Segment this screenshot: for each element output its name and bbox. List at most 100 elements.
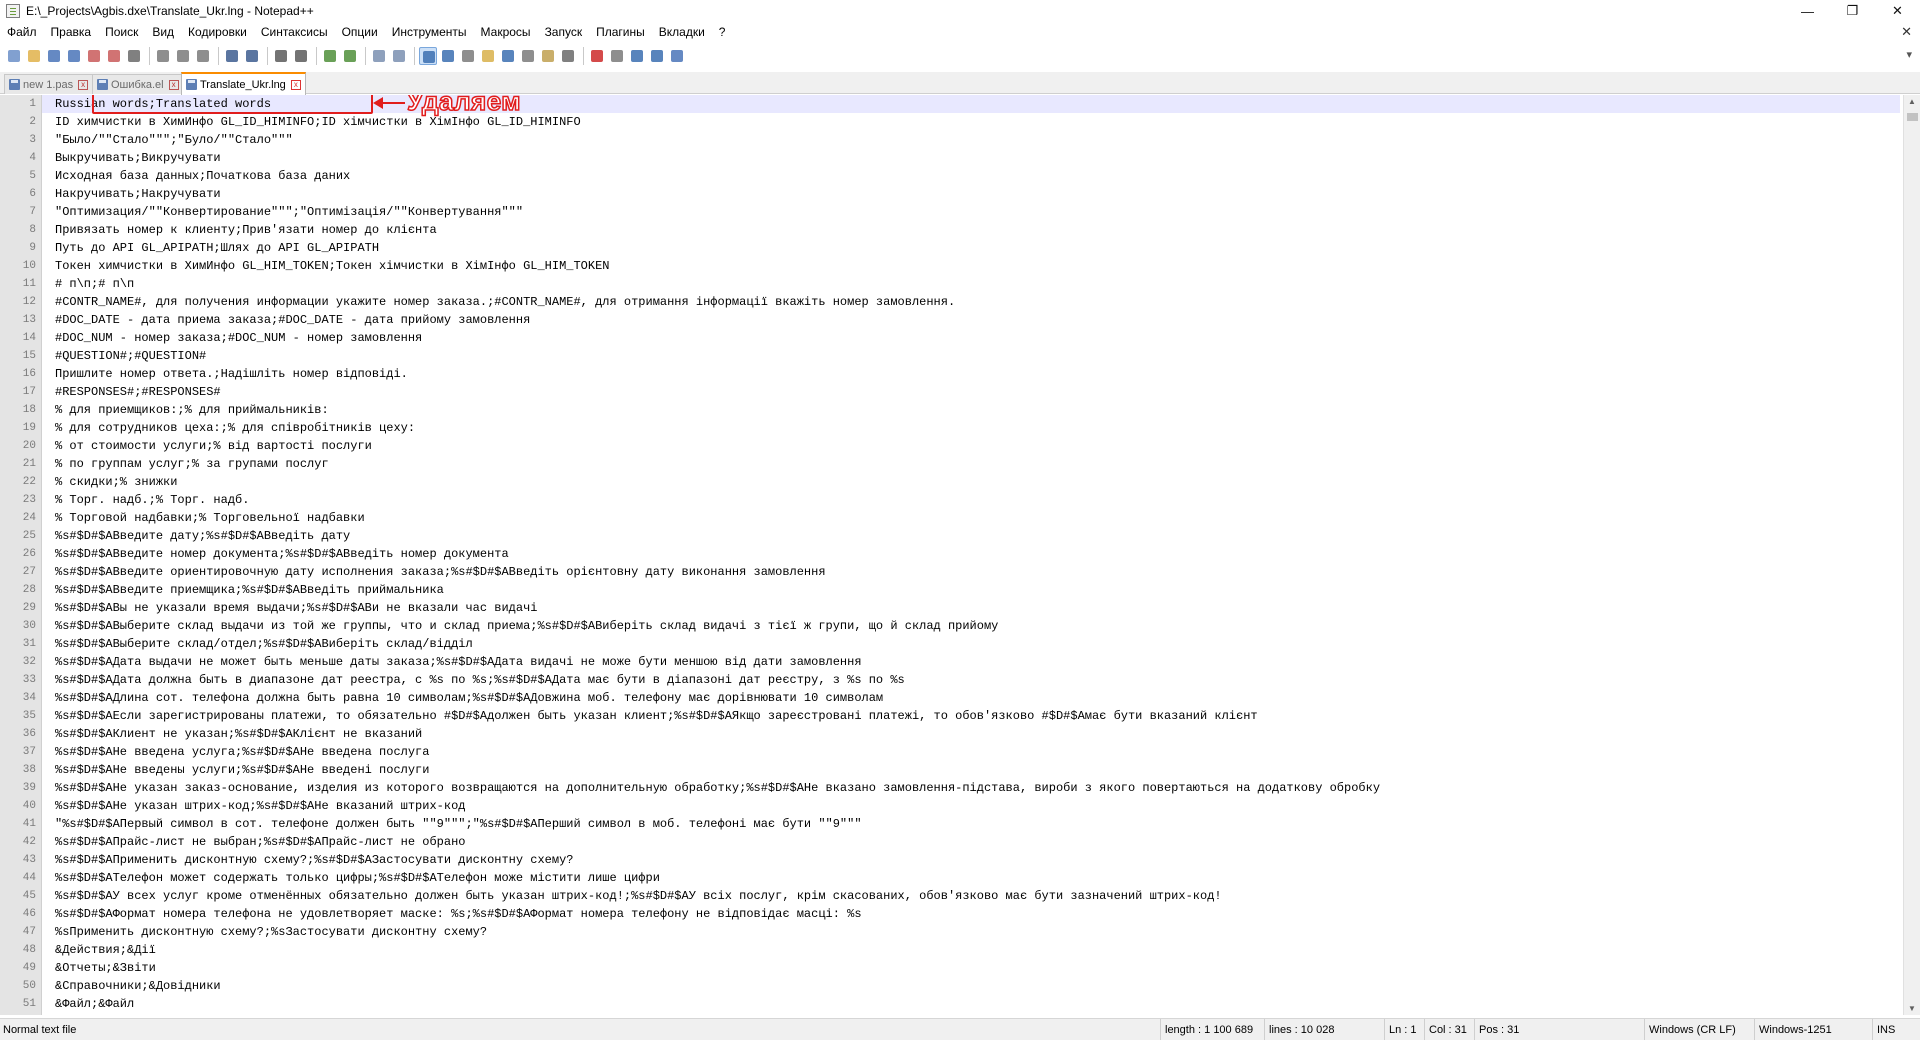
line-text[interactable]: Путь до API GL_APIPATH;Шлях до API GL_AP… [55, 239, 379, 257]
line-text[interactable]: Пришлите номер ответа.;Надішліть номер в… [55, 365, 408, 383]
redo-icon[interactable] [243, 47, 261, 65]
code-line[interactable]: 30 %s#$D#$AВыберите склад выдачи из той ж… [23, 617, 1900, 635]
code-line[interactable]: 11 # п\п;# п\п [23, 275, 1900, 293]
scrollbar-thumb[interactable] [1907, 113, 1918, 121]
code-line[interactable]: 23 % Торг. надб.;% Торг. надб. [23, 491, 1900, 509]
line-text[interactable]: &Справочники;&Довідники [55, 977, 221, 995]
maximize-button[interactable]: ❐ [1830, 0, 1875, 22]
line-text[interactable]: "Было/""Стало""";"Було/""Стало""" [55, 131, 293, 149]
line-text[interactable]: #CONTR_NAME#, для получения информации у… [55, 293, 955, 311]
code-line[interactable]: 46 %s#$D#$AФормат номера телефона не удов… [23, 905, 1900, 923]
tab-close-icon[interactable]: x [290, 79, 301, 90]
code-line[interactable]: 45 %s#$D#$AУ всех услуг кроме отменённых … [23, 887, 1900, 905]
menu-view[interactable]: Вид [145, 22, 181, 43]
close-window-button[interactable]: ✕ [1875, 0, 1920, 22]
menu-help[interactable]: ? [712, 22, 733, 43]
scroll-up-icon[interactable]: ▲ [1908, 97, 1916, 106]
save-macro-icon[interactable] [668, 47, 686, 65]
line-text[interactable]: %s#$D#$AДата должна быть в диапазоне дат… [55, 671, 905, 689]
save-icon[interactable] [45, 47, 63, 65]
code-line[interactable]: 24 % Торговой надбавки;% Торговельної над… [23, 509, 1900, 527]
code-line[interactable]: 38 %s#$D#$AНе введены услуги;%s#$D#$AНе в… [23, 761, 1900, 779]
play-macro-icon[interactable] [628, 47, 646, 65]
menu-run[interactable]: Запуск [538, 22, 590, 43]
code-line[interactable]: 8 Привязать номер к клиенту;Прив'язати но… [29, 221, 1900, 239]
code-line[interactable]: 20 % от стоимости услуги;% від вартості п… [23, 437, 1900, 455]
stop-macro-icon[interactable] [608, 47, 626, 65]
code-line[interactable]: 37 %s#$D#$AНе введена услуга;%s#$D#$AНе в… [23, 743, 1900, 761]
line-text[interactable]: %s#$D#$AНе введены услуги;%s#$D#$AНе вве… [55, 761, 429, 779]
code-line[interactable]: 44 %s#$D#$AТелефон может содержать только… [23, 869, 1900, 887]
code-line[interactable]: 27 %s#$D#$AВведите ориентировочную дату и… [23, 563, 1900, 581]
minimize-button[interactable]: — [1785, 0, 1830, 22]
zoom-out-icon[interactable] [341, 47, 359, 65]
line-text[interactable]: % Торговой надбавки;% Торговельної надба… [55, 509, 365, 527]
code-line[interactable]: 5 Исходная база данных;Початкова база дан… [29, 167, 1900, 185]
menu-window[interactable]: Вкладки [652, 22, 712, 43]
line-text[interactable]: % для сотрудников цеха:;% для співробітн… [55, 419, 415, 437]
line-text[interactable]: %s#$D#$AФормат номера телефона не удовле… [55, 905, 862, 923]
menu-plugins[interactable]: Плагины [589, 22, 652, 43]
save-all-icon[interactable] [65, 47, 83, 65]
code-line[interactable]: 28 %s#$D#$AВведите приемщика;%s#$D#$AВвед… [23, 581, 1900, 599]
code-line[interactable]: 17 #RESPONSES#;#RESPONSES# [23, 383, 1900, 401]
code-area[interactable]: 51 &Файл;&Файл 50 &Справочники;&Довідники 49… [23, 95, 1900, 1015]
new-file-icon[interactable] [5, 47, 23, 65]
sync-vertical-icon[interactable] [370, 47, 388, 65]
vertical-scrollbar[interactable]: ▲ ▼ [1903, 95, 1920, 1015]
code-line[interactable]: 18 % для приемщиков:;% для приймальників: [23, 401, 1900, 419]
line-text[interactable]: #RESPONSES#;#RESPONSES# [55, 383, 221, 401]
line-text[interactable]: %s#$D#$AКлиент не указан;%s#$D#$AКлієнт … [55, 725, 422, 743]
close-document-icon[interactable]: ✕ [1901, 24, 1912, 40]
print-icon[interactable] [125, 47, 143, 65]
cut-icon[interactable] [154, 47, 172, 65]
status-insert-mode[interactable]: INS [1872, 1019, 1920, 1040]
line-text[interactable]: %s#$D#$AУ всех услуг кроме отменённых об… [55, 887, 1222, 905]
replace-icon[interactable] [292, 47, 310, 65]
line-text[interactable]: &Действия;&Дії [55, 941, 156, 959]
tab-oshibka-el[interactable]: Ошибка.el x [92, 74, 184, 94]
close-icon[interactable] [85, 47, 103, 65]
code-line[interactable]: 33 %s#$D#$AДата должна быть в диапазоне д… [23, 671, 1900, 689]
code-line[interactable]: 47 %sПрименить дисконтную схему?;%sЗастос… [23, 923, 1900, 941]
toolbar-overflow-icon[interactable]: ▾ [1906, 48, 1912, 61]
code-line[interactable]: 50 &Справочники;&Довідники [23, 977, 1900, 995]
line-text[interactable]: %s#$D#$AЕсли зарегистрированы платежи, т… [55, 707, 1258, 725]
line-text[interactable]: % Торг. надб.;% Торг. надб. [55, 491, 249, 509]
code-line[interactable]: 40 %s#$D#$AНе указан штрих-код;%s#$D#$AНе… [23, 797, 1900, 815]
code-line[interactable]: 6 Накручивать;Накручувати [29, 185, 1900, 203]
tab-close-icon[interactable]: x [78, 79, 89, 90]
code-line[interactable]: 51 &Файл;&Файл [23, 995, 1900, 1013]
line-text[interactable]: % по группам услуг;% за групами послуг [55, 455, 329, 473]
code-line[interactable]: 7 "Оптимизация/""Конвертирование""";"Опти… [29, 203, 1900, 221]
close-all-icon[interactable] [105, 47, 123, 65]
code-line[interactable]: 48 &Действия;&Дії [23, 941, 1900, 959]
line-text[interactable]: %s#$D#$AВведите дату;%s#$D#$AВведіть дат… [55, 527, 350, 545]
sync-horizontal-icon[interactable] [390, 47, 408, 65]
line-text[interactable]: &Отчеты;&Звіти [55, 959, 156, 977]
menu-search[interactable]: Поиск [98, 22, 145, 43]
line-text[interactable]: Привязать номер к клиенту;Прив'язати ном… [55, 221, 437, 239]
line-text[interactable]: %s#$D#$AТелефон может содержать только ц… [55, 869, 660, 887]
line-text[interactable]: %s#$D#$AВыберите склад/отдел;%s#$D#$AВиб… [55, 635, 473, 653]
status-encoding[interactable]: Windows-1251 [1754, 1019, 1872, 1040]
doc-map-icon[interactable] [499, 47, 517, 65]
undo-icon[interactable] [223, 47, 241, 65]
code-line[interactable]: 22 % скидки;% знижки [23, 473, 1900, 491]
code-line[interactable]: 31 %s#$D#$AВыберите склад/отдел;%s#$D#$AВ… [23, 635, 1900, 653]
code-line[interactable]: 12 #CONTR_NAME#, для получения информации… [23, 293, 1900, 311]
folder-workspace-icon[interactable] [539, 47, 557, 65]
menu-file[interactable]: Файл [0, 22, 44, 43]
line-text[interactable]: "Оптимизация/""Конвертирование""";"Оптим… [55, 203, 523, 221]
menu-language[interactable]: Синтаксисы [254, 22, 335, 43]
line-text[interactable]: %s#$D#$AПрименить дисконтную схему?;%s#$… [55, 851, 573, 869]
line-text[interactable]: %s#$D#$AВведите ориентировочную дату исп… [55, 563, 826, 581]
word-wrap-icon[interactable] [419, 46, 437, 65]
menu-edit[interactable]: Правка [44, 22, 99, 43]
tab-close-icon[interactable]: x [168, 79, 179, 90]
find-icon[interactable] [272, 47, 290, 65]
tab-translate-ukr-lng[interactable]: Translate_Ukr.lng x [181, 72, 306, 95]
line-text[interactable]: %s#$D#$AНе указан штрих-код;%s#$D#$AНе в… [55, 797, 465, 815]
editor[interactable]: 51 &Файл;&Файл 50 &Справочники;&Довідники 49… [0, 95, 1920, 1015]
run-macro-multiple-icon[interactable] [648, 47, 666, 65]
